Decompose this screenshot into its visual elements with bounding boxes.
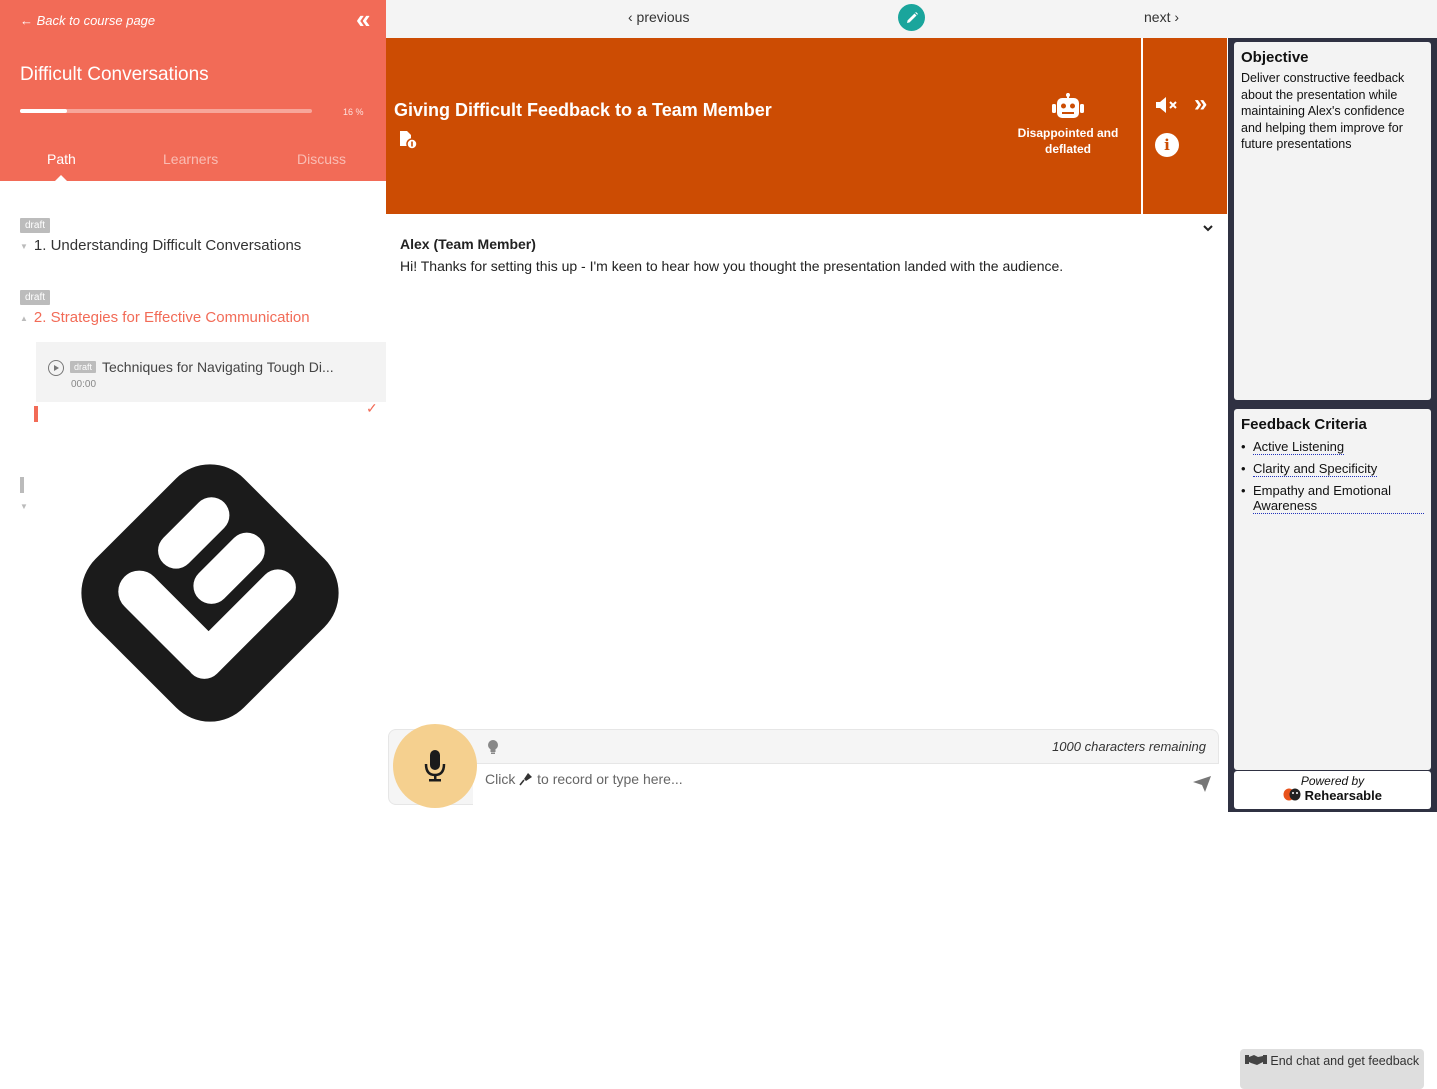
header-divider xyxy=(1141,38,1143,214)
powered-by-card: Powered by Rehearsable xyxy=(1234,771,1431,809)
module-item[interactable]: draft ▼ 1. Understanding Difficult Conver… xyxy=(20,215,301,254)
back-to-course-link[interactable]: ← Back to course page xyxy=(20,13,155,28)
message-text: Hi! Thanks for setting this up - I'm kee… xyxy=(400,258,1064,274)
mute-speaker-icon[interactable] xyxy=(1156,96,1180,114)
feedback-criteria-card: Feedback Criteria • Active Listening • Cla… xyxy=(1234,409,1431,1089)
microphone-icon xyxy=(424,750,446,782)
draft-badge: draft xyxy=(20,218,51,233)
record-voice-button[interactable] xyxy=(393,724,477,808)
scenario-header: Giving Difficult Feedback to a Team Memb… xyxy=(386,38,1227,214)
criteria-heading: Feedback Criteria xyxy=(1241,416,1367,433)
end-chat-button[interactable]: End chat and get feedback xyxy=(1240,1049,1424,1089)
expanded-triangle-icon: ▲ xyxy=(20,313,28,323)
roleplay-info-panel: Objective Deliver constructive feedback … xyxy=(1228,38,1437,1089)
scenario-title: Giving Difficult Feedback to a Team Memb… xyxy=(394,100,772,120)
character-counter: 1000 characters remaining xyxy=(1052,739,1206,754)
module-title: 1. Understanding Difficult Conversations xyxy=(33,237,302,254)
message-input-placeholder: Click to record or type here... xyxy=(485,771,683,787)
placeholder-text-start: Click xyxy=(485,771,516,787)
criteria-item[interactable]: • Empathy and Emotional Awareness xyxy=(1241,483,1424,514)
placeholder-text-end: to record or type here... xyxy=(537,771,683,787)
pencil-icon xyxy=(906,11,918,23)
expand-panel-icon[interactable]: » xyxy=(1194,90,1208,118)
collapsed-triangle-icon: ▼ xyxy=(20,502,28,511)
lesson-duration: 00:00 xyxy=(71,379,97,390)
chevron-down-icon[interactable] xyxy=(1202,222,1214,234)
module-item-active[interactable]: draft ▲ 2. Strategies for Effective Commu… xyxy=(20,287,310,326)
tab-learners[interactable]: Learners xyxy=(163,151,218,167)
criteria-label: Active Listening xyxy=(1253,439,1345,455)
collapse-sidebar-icon[interactable]: « xyxy=(356,4,371,35)
robot-icon xyxy=(1052,93,1084,118)
lightbulb-icon[interactable] xyxy=(487,739,499,755)
previous-button[interactable]: ‹ previous xyxy=(628,9,689,25)
criteria-label: Clarity and Specificity xyxy=(1253,461,1378,477)
objective-card: Objective Deliver constructive feedback … xyxy=(1234,42,1431,400)
course-progress-label: 16 % xyxy=(343,107,364,117)
criteria-label: Empathy and Emotional Awareness xyxy=(1253,483,1424,514)
criteria-item[interactable]: • Clarity and Specificity xyxy=(1241,461,1424,477)
tab-path[interactable]: Path xyxy=(47,151,76,167)
course-progress-fill xyxy=(20,109,67,113)
lesson-item[interactable]: draft Techniques for Navigating Tough Di… xyxy=(36,342,386,402)
sidebar-header: ← Back to course page « Difficult Conver… xyxy=(0,0,386,181)
handshake-icon xyxy=(1244,1055,1267,1065)
objective-text: Deliver constructive feedback about the … xyxy=(1241,71,1405,151)
course-sidebar: ← Back to course page « Difficult Conver… xyxy=(0,0,386,812)
message-composer: 1000 characters remaining Click to recor… xyxy=(388,729,1219,805)
avatar-mood-label: Disappointed and deflated xyxy=(1017,126,1119,156)
next-button[interactable]: next › xyxy=(1144,9,1179,25)
course-progress-bar xyxy=(20,109,312,113)
lesson-title: Techniques for Navigating Tough Di... xyxy=(102,359,334,375)
tab-discuss[interactable]: Discuss xyxy=(297,151,346,167)
collapsed-triangle-icon: ▼ xyxy=(20,241,28,251)
current-lesson-marker xyxy=(34,406,38,422)
info-icon[interactable]: i xyxy=(1155,133,1179,157)
end-chat-label: End chat and get feedback xyxy=(1270,1054,1420,1068)
active-tab-caret xyxy=(55,175,67,181)
brand-logo-icon xyxy=(81,464,339,722)
powered-by-label: Powered by xyxy=(1300,774,1365,788)
document-info-icon[interactable] xyxy=(399,131,417,149)
message-sender: Alex (Team Member) xyxy=(400,236,536,252)
brand-name[interactable]: Rehearsable xyxy=(1234,788,1431,803)
lesson-navigation-bar: ‹ previous next › xyxy=(386,0,1437,38)
play-circle-icon xyxy=(48,360,64,376)
draft-badge: draft xyxy=(70,361,97,373)
theatre-masks-icon xyxy=(1283,788,1301,801)
lesson-marker xyxy=(20,477,24,493)
objective-heading: Objective xyxy=(1241,49,1309,66)
microphone-small-icon xyxy=(519,773,533,786)
brand-label: Rehearsable xyxy=(1304,788,1382,803)
course-title: Difficult Conversations xyxy=(20,64,209,85)
chat-area: Alex (Team Member) Hi! Thanks for settin… xyxy=(386,214,1227,724)
send-icon[interactable] xyxy=(1193,776,1211,792)
edit-button[interactable] xyxy=(898,4,925,31)
draft-badge: draft xyxy=(20,290,51,305)
module-title: 2. Strategies for Effective Communicatio… xyxy=(33,309,310,326)
criteria-item[interactable]: • Active Listening xyxy=(1241,439,1424,455)
